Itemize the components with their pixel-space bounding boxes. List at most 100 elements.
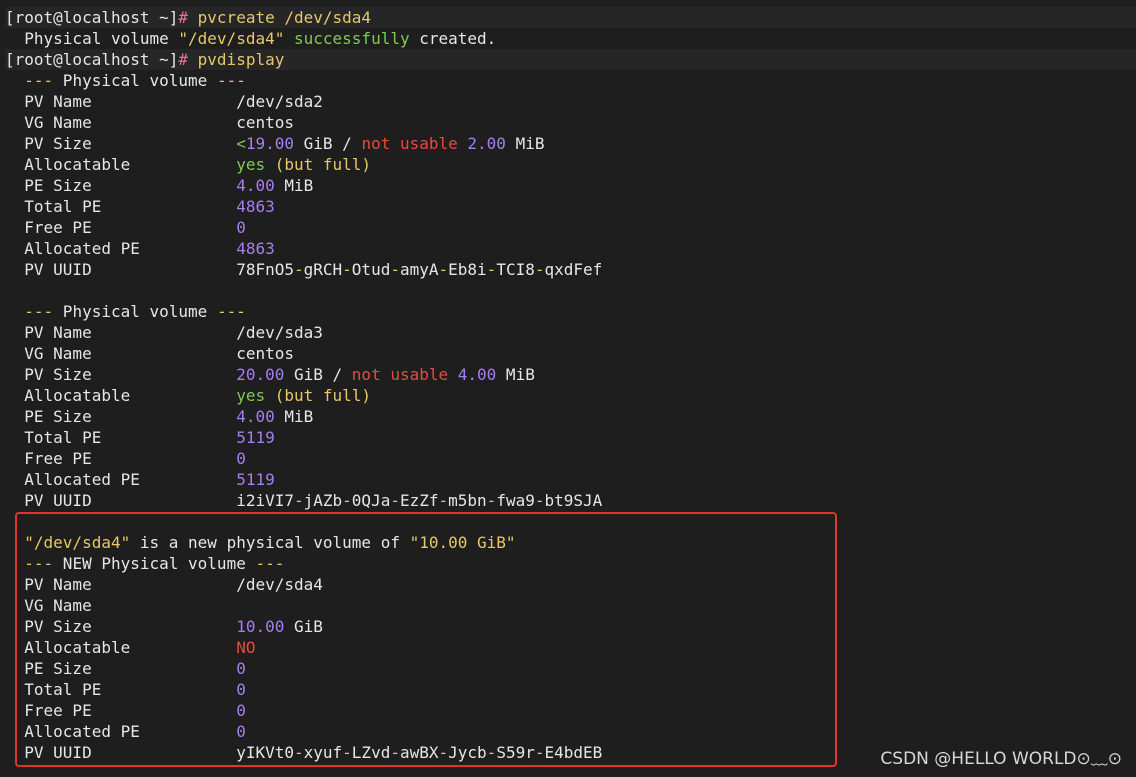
text-segment: yes — [236, 155, 266, 174]
text-segment — [458, 134, 468, 153]
text-segment: LZvd — [351, 743, 391, 762]
text-segment: pvcreate /dev/sda4 — [197, 8, 372, 27]
text-segment: 0 — [236, 218, 246, 237]
output-line: --- Physical volume --- — [5, 301, 1136, 322]
output-line: Total PE 5119 — [5, 427, 1136, 448]
text-segment: gRCH — [303, 260, 343, 279]
text-segment: Total PE — [5, 197, 237, 216]
text-segment: GiB / — [294, 134, 362, 153]
output-line: PV Size 20.00 GiB / not usable 4.00 MiB — [5, 364, 1136, 385]
text-segment: VG Name centos — [5, 113, 294, 132]
text-segment: - — [342, 491, 352, 510]
text-segment: Allocated PE — [5, 239, 237, 258]
text-segment: 5119 — [236, 428, 275, 447]
text-segment: created. — [409, 29, 497, 48]
text-segment: --- — [216, 71, 246, 90]
output-line: VG Name centos — [5, 112, 1136, 133]
output-line: PE Size 4.00 MiB — [5, 175, 1136, 196]
text-segment: E4bdEB — [544, 743, 603, 762]
text-segment: 4863 — [236, 197, 275, 216]
text-segment: jAZb — [303, 491, 343, 510]
text-segment: --- — [24, 554, 54, 573]
csdn-watermark: CSDN @HELLO WORLD⊙﹏⊙ — [880, 749, 1122, 769]
text-segment: - — [438, 260, 449, 279]
text-segment: Free PE — [5, 449, 237, 468]
text-segment: m5bn — [448, 491, 487, 510]
text-segment: - — [293, 743, 304, 762]
text-segment: PE Size — [5, 659, 237, 678]
text-segment: - — [390, 260, 400, 279]
text-segment: 0 — [236, 722, 246, 741]
text-segment: qxdFef — [544, 260, 603, 279]
output-line: PV UUID 78FnO5-gRCH-Otud-amyA-Eb8i-TCI8-… — [5, 259, 1136, 280]
text-segment: S59r — [496, 743, 535, 762]
text-segment: MiB — [505, 134, 545, 153]
text-segment: Allocatable — [5, 638, 237, 657]
text-segment: PV Size — [5, 134, 237, 153]
text-segment: MiB — [274, 407, 314, 426]
text-segment: - — [438, 491, 449, 510]
text-segment: Allocated PE — [5, 722, 237, 741]
text-segment: PV Name /dev/sda3 — [5, 323, 323, 342]
text-segment: VG Name — [5, 596, 92, 615]
text-segment: 0 — [236, 680, 246, 699]
text-segment: PV UUID 78FnO5 — [5, 260, 294, 279]
output-line: Allocated PE 0 — [5, 721, 1136, 742]
text-segment: successfully — [294, 29, 410, 48]
output-line: PE Size 4.00 MiB — [5, 406, 1136, 427]
text-segment — [265, 155, 275, 174]
text-segment: EzZf — [399, 491, 439, 510]
text-segment: PV Size — [5, 365, 237, 384]
text-segment: Allocatable — [5, 386, 237, 405]
text-segment: - — [438, 743, 449, 762]
text-segment: PV UUID i2iVI7 — [5, 491, 294, 510]
text-segment: Physical volume — [53, 71, 217, 90]
text-segment: PV UUID yIKVt0 — [5, 743, 294, 762]
output-line: PV Name /dev/sda2 — [5, 91, 1136, 112]
text-segment: pvdisplay — [197, 50, 285, 69]
text-segment: not usable — [361, 134, 458, 153]
text-segment: - — [486, 260, 497, 279]
output-line: Free PE 0 — [5, 217, 1136, 238]
output-line: PV Size 10.00 GiB — [5, 616, 1136, 637]
text-segment: 0 — [236, 701, 246, 720]
prompt-line: [root@localhost ~]# pvdisplay — [5, 49, 1136, 70]
text-segment: # — [178, 50, 198, 69]
text-segment: Total PE — [5, 680, 237, 699]
text-segment: TCI8 — [496, 260, 535, 279]
text-segment: 4.00 — [236, 407, 275, 426]
text-segment: # — [178, 8, 198, 27]
text-segment: 4.00 — [236, 176, 275, 195]
text-segment: --- — [216, 302, 246, 321]
output-line: Total PE 0 — [5, 679, 1136, 700]
text-segment: GiB / — [284, 365, 352, 384]
text-segment: PV Name /dev/sda2 — [5, 92, 323, 111]
text-segment: Free PE — [5, 701, 237, 720]
text-segment: - — [293, 491, 304, 510]
text-segment: Jycb — [448, 743, 487, 762]
text-segment: - — [390, 491, 400, 510]
output-line: Physical volume "/dev/sda4" successfully… — [5, 28, 1136, 49]
text-segment: NO — [236, 638, 256, 657]
terminal-output[interactable]: [root@localhost ~]# pvcreate /dev/sda4 P… — [0, 0, 1136, 777]
text-segment: Eb8i — [448, 260, 487, 279]
text-segment: PV Size — [5, 617, 237, 636]
prompt-line: [root@localhost ~]# pvcreate /dev/sda4 — [5, 7, 1136, 28]
text-segment: MiB — [496, 365, 535, 384]
text-segment: Allocatable — [5, 155, 237, 174]
output-line: VG Name centos — [5, 343, 1136, 364]
output-line: Allocated PE 4863 — [5, 238, 1136, 259]
text-segment: - — [293, 260, 304, 279]
text-segment: --- — [255, 554, 285, 573]
text-segment: < — [236, 134, 246, 153]
text-segment: PE Size — [5, 407, 237, 426]
text-segment — [265, 386, 275, 405]
text-segment: amyA — [399, 260, 439, 279]
text-segment: "/dev/sda4" — [178, 29, 285, 48]
text-segment — [448, 365, 458, 384]
text-segment: 0QJa — [351, 491, 391, 510]
text-segment — [5, 533, 24, 552]
output-line: Allocated PE 5119 — [5, 469, 1136, 490]
